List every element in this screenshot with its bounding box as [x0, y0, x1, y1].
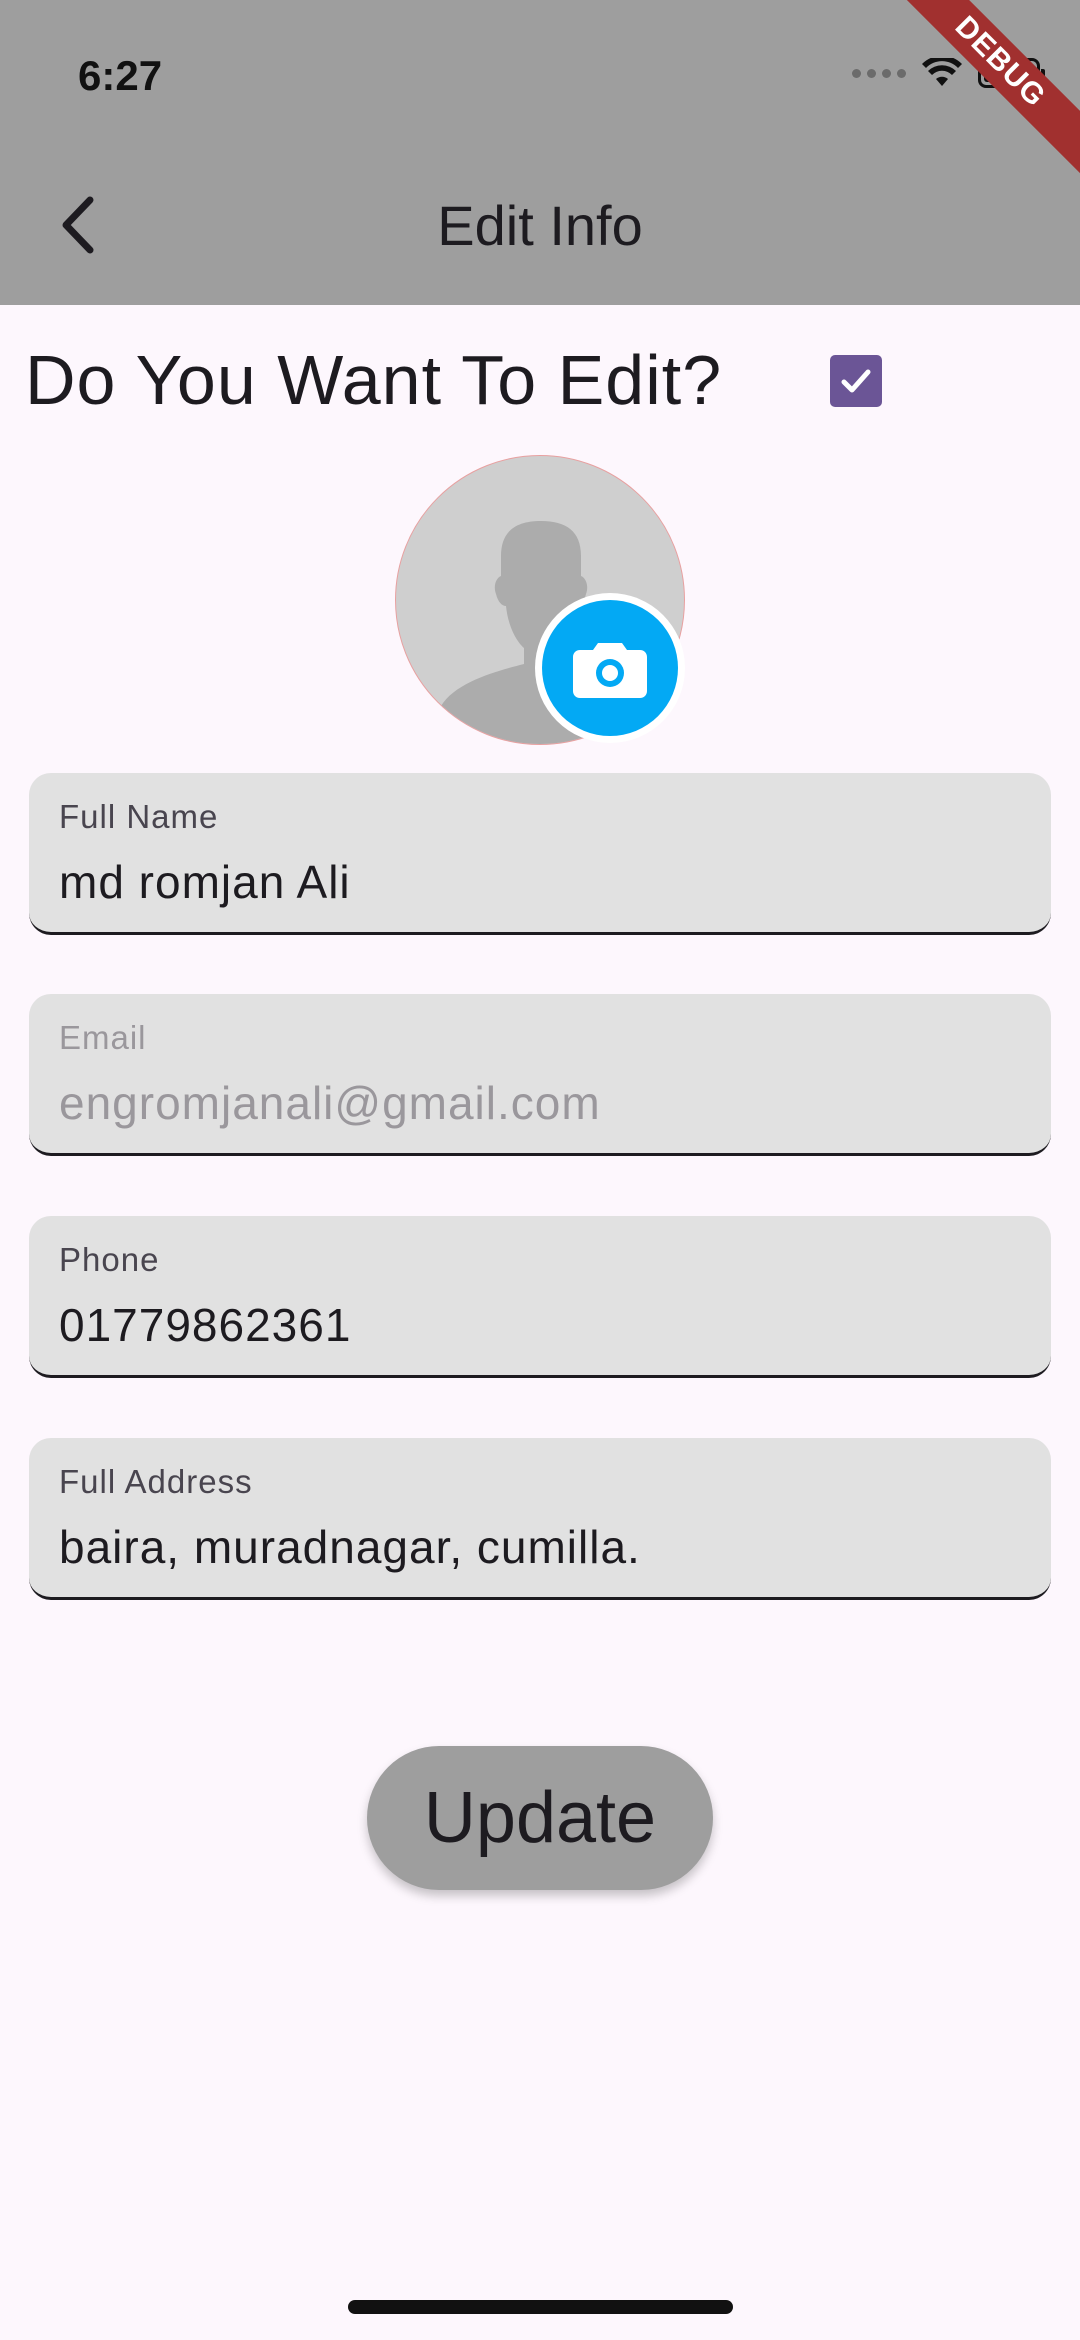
page-title: Edit Info — [437, 194, 643, 257]
edit-question-label: Do You Want To Edit? — [25, 341, 723, 419]
email-value: engromjanali@gmail.com — [59, 1077, 601, 1129]
home-indicator[interactable] — [348, 2300, 733, 2314]
wifi-icon — [922, 58, 962, 86]
debug-banner: DEBUG — [878, 0, 1080, 184]
full-name-label: Full Name — [59, 798, 219, 835]
phone-value: 01779862361 — [59, 1299, 352, 1351]
email-label: Email — [59, 1019, 147, 1056]
full-address-value: baira, muradnagar, cumilla. — [59, 1521, 641, 1573]
full-address-field[interactable]: Full Address baira, muradnagar, cumilla. — [29, 1438, 1051, 1600]
full-name-value: md romjan Ali — [59, 856, 351, 908]
full-address-label: Full Address — [59, 1463, 253, 1500]
camera-icon — [573, 643, 647, 698]
edit-checkbox[interactable] — [830, 355, 882, 407]
camera-button-fill — [542, 600, 678, 736]
phone-field[interactable]: Phone 01779862361 — [29, 1216, 1051, 1378]
status-time: 6:27 — [78, 52, 163, 99]
signal-dots-icon — [852, 68, 906, 78]
checkmark-icon — [841, 369, 871, 393]
app-bar: 6:27 DEBUG Edit Info — [0, 0, 1080, 305]
full-name-field[interactable]: Full Name md romjan Ali — [29, 773, 1051, 935]
change-photo-button[interactable] — [535, 593, 685, 743]
edit-info-screen: 6:27 DEBUG Edit Info Do You Want To Edit… — [0, 0, 1080, 2340]
phone-label: Phone — [59, 1241, 160, 1278]
email-field: Email engromjanali@gmail.com — [29, 994, 1051, 1156]
update-button[interactable]: Update — [367, 1746, 713, 1890]
